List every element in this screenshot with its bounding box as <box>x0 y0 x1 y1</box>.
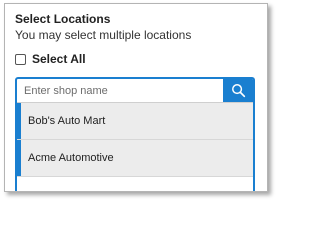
list-item-accent <box>17 103 21 139</box>
shop-search-input[interactable] <box>17 79 223 102</box>
list-item[interactable]: Acme Automotive <box>17 140 253 177</box>
locations-panel: Bob's Auto Mart Acme Automotive <box>15 77 255 191</box>
select-all-checkbox[interactable] <box>15 53 26 65</box>
search-button[interactable] <box>223 79 253 102</box>
location-picker-dialog: Select Locations You may select multiple… <box>4 3 268 192</box>
select-all-label: Select All <box>32 52 86 66</box>
search-bar <box>17 79 253 103</box>
list-item-label: Bob's Auto Mart <box>28 115 106 127</box>
list-item[interactable]: Bob's Auto Mart <box>17 103 253 140</box>
dialog-title: Select Locations <box>15 12 111 26</box>
dialog-subtitle: You may select multiple locations <box>15 28 192 42</box>
location-list: Bob's Auto Mart Acme Automotive <box>17 103 253 177</box>
select-all-toggle[interactable]: Select All <box>15 52 86 66</box>
list-item-accent <box>17 140 21 176</box>
search-icon <box>231 84 245 98</box>
list-item-label: Acme Automotive <box>28 152 114 164</box>
